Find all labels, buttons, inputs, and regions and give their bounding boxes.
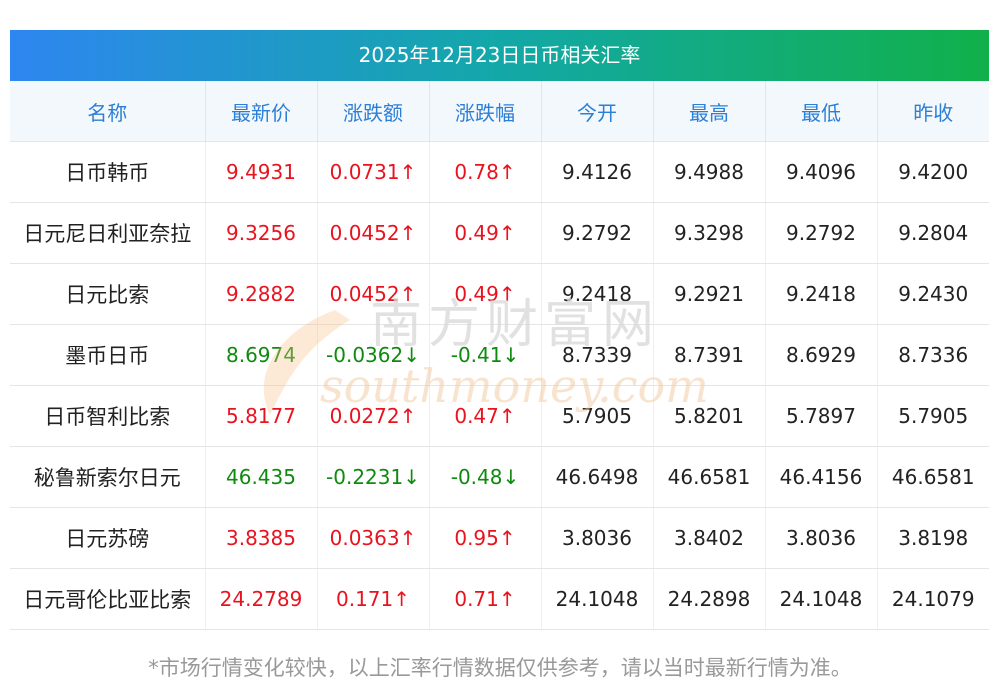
cell-high: 8.7391 xyxy=(653,324,766,386)
cell-name: 日元哥伦比亚比索 xyxy=(10,568,206,630)
cell-low: 8.6929 xyxy=(765,324,878,386)
cell-low: 9.4096 xyxy=(765,141,878,203)
cell-prev-close: 24.1079 xyxy=(877,568,989,630)
cell-name: 墨币日币 xyxy=(10,324,206,386)
header-latest: 最新价 xyxy=(205,81,318,142)
cell-latest: 46.435 xyxy=(205,446,318,508)
cell-latest: 3.8385 xyxy=(205,507,318,569)
cell-latest: 9.4931 xyxy=(205,141,318,203)
cell-prev-close: 9.2430 xyxy=(877,263,989,325)
cell-change: 0.0363↑ xyxy=(317,507,430,569)
cell-high: 9.2921 xyxy=(653,263,766,325)
header-name: 名称 xyxy=(10,81,206,142)
cell-open: 3.8036 xyxy=(541,507,654,569)
cell-low: 9.2418 xyxy=(765,263,878,325)
cell-name: 秘鲁新索尔日元 xyxy=(10,446,206,508)
cell-open: 9.4126 xyxy=(541,141,654,203)
cell-name: 日币智利比索 xyxy=(10,385,206,447)
rate-table-container: 2025年12月23日日币相关汇率 名称 最新价 涨跌额 涨跌幅 今开 最高 最… xyxy=(10,30,989,630)
cell-high: 5.8201 xyxy=(653,385,766,447)
header-high: 最高 xyxy=(653,81,766,142)
cell-change-pct: 0.49↑ xyxy=(429,263,542,325)
cell-high: 24.2898 xyxy=(653,568,766,630)
exchange-rate-table: 名称 最新价 涨跌额 涨跌幅 今开 最高 最低 昨收 日币韩币 9.4931 0.0… xyxy=(10,81,989,630)
header-low: 最低 xyxy=(765,81,878,142)
cell-change: 0.0452↑ xyxy=(317,202,430,264)
cell-low: 3.8036 xyxy=(765,507,878,569)
cell-change-pct: -0.41↓ xyxy=(429,324,542,386)
table-row: 日元尼日利亚奈拉 9.3256 0.0452↑ 0.49↑ 9.2792 9.3298 9.… xyxy=(10,202,989,264)
cell-low: 46.4156 xyxy=(765,446,878,508)
cell-latest: 9.3256 xyxy=(205,202,318,264)
header-change-pct: 涨跌幅 xyxy=(429,81,542,142)
cell-prev-close: 3.8198 xyxy=(877,507,989,569)
cell-prev-close: 9.2804 xyxy=(877,202,989,264)
cell-prev-close: 5.7905 xyxy=(877,385,989,447)
cell-change-pct: 0.71↑ xyxy=(429,568,542,630)
cell-name: 日元比索 xyxy=(10,263,206,325)
cell-change-pct: 0.95↑ xyxy=(429,507,542,569)
table-row: 墨币日币 8.6974 -0.0362↓ -0.41↓ 8.7339 8.7391 8.69… xyxy=(10,324,989,386)
cell-change: 0.0272↑ xyxy=(317,385,430,447)
cell-high: 3.8402 xyxy=(653,507,766,569)
cell-prev-close: 8.7336 xyxy=(877,324,989,386)
cell-name: 日元苏磅 xyxy=(10,507,206,569)
table-row: 日元苏磅 3.8385 0.0363↑ 0.95↑ 3.8036 3.8402 3.8036… xyxy=(10,507,989,569)
cell-change: -0.0362↓ xyxy=(317,324,430,386)
cell-latest: 8.6974 xyxy=(205,324,318,386)
cell-open: 5.7905 xyxy=(541,385,654,447)
cell-change-pct: 0.49↑ xyxy=(429,202,542,264)
cell-name: 日元尼日利亚奈拉 xyxy=(10,202,206,264)
table-row: 秘鲁新索尔日元 46.435 -0.2231↓ -0.48↓ 46.6498 46.658… xyxy=(10,446,989,508)
table-row: 日元哥伦比亚比索 24.2789 0.171↑ 0.71↑ 24.1048 24.2898… xyxy=(10,568,989,630)
cell-change-pct: -0.48↓ xyxy=(429,446,542,508)
cell-open: 9.2792 xyxy=(541,202,654,264)
cell-open: 24.1048 xyxy=(541,568,654,630)
cell-change: -0.2231↓ xyxy=(317,446,430,508)
cell-low: 5.7897 xyxy=(765,385,878,447)
table-row: 日币韩币 9.4931 0.0731↑ 0.78↑ 9.4126 9.4988 9.4096… xyxy=(10,141,989,203)
header-prev-close: 昨收 xyxy=(877,81,989,142)
cell-latest: 5.8177 xyxy=(205,385,318,447)
cell-latest: 24.2789 xyxy=(205,568,318,630)
cell-high: 46.6581 xyxy=(653,446,766,508)
cell-change-pct: 0.47↑ xyxy=(429,385,542,447)
table-row: 日币智利比索 5.8177 0.0272↑ 0.47↑ 5.7905 5.8201 5.78… xyxy=(10,385,989,447)
cell-open: 8.7339 xyxy=(541,324,654,386)
disclaimer-footnote: *市场行情变化较快，以上汇率行情数据仅供参考，请以当时最新行情为准。 xyxy=(148,656,852,680)
cell-change: 0.0452↑ xyxy=(317,263,430,325)
cell-change: 0.171↑ xyxy=(317,568,430,630)
header-row: 名称 最新价 涨跌额 涨跌幅 今开 最高 最低 昨收 xyxy=(10,81,989,142)
cell-low: 9.2792 xyxy=(765,202,878,264)
header-open: 今开 xyxy=(541,81,654,142)
header-change: 涨跌额 xyxy=(317,81,430,142)
cell-high: 9.4988 xyxy=(653,141,766,203)
cell-latest: 9.2882 xyxy=(205,263,318,325)
cell-prev-close: 46.6581 xyxy=(877,446,989,508)
cell-prev-close: 9.4200 xyxy=(877,141,989,203)
cell-open: 9.2418 xyxy=(541,263,654,325)
cell-name: 日币韩币 xyxy=(10,141,206,203)
cell-high: 9.3298 xyxy=(653,202,766,264)
cell-open: 46.6498 xyxy=(541,446,654,508)
cell-change-pct: 0.78↑ xyxy=(429,141,542,203)
cell-low: 24.1048 xyxy=(765,568,878,630)
cell-change: 0.0731↑ xyxy=(317,141,430,203)
table-row: 日元比索 9.2882 0.0452↑ 0.49↑ 9.2418 9.2921 9.2418… xyxy=(10,263,989,325)
table-title: 2025年12月23日日币相关汇率 xyxy=(10,30,989,81)
